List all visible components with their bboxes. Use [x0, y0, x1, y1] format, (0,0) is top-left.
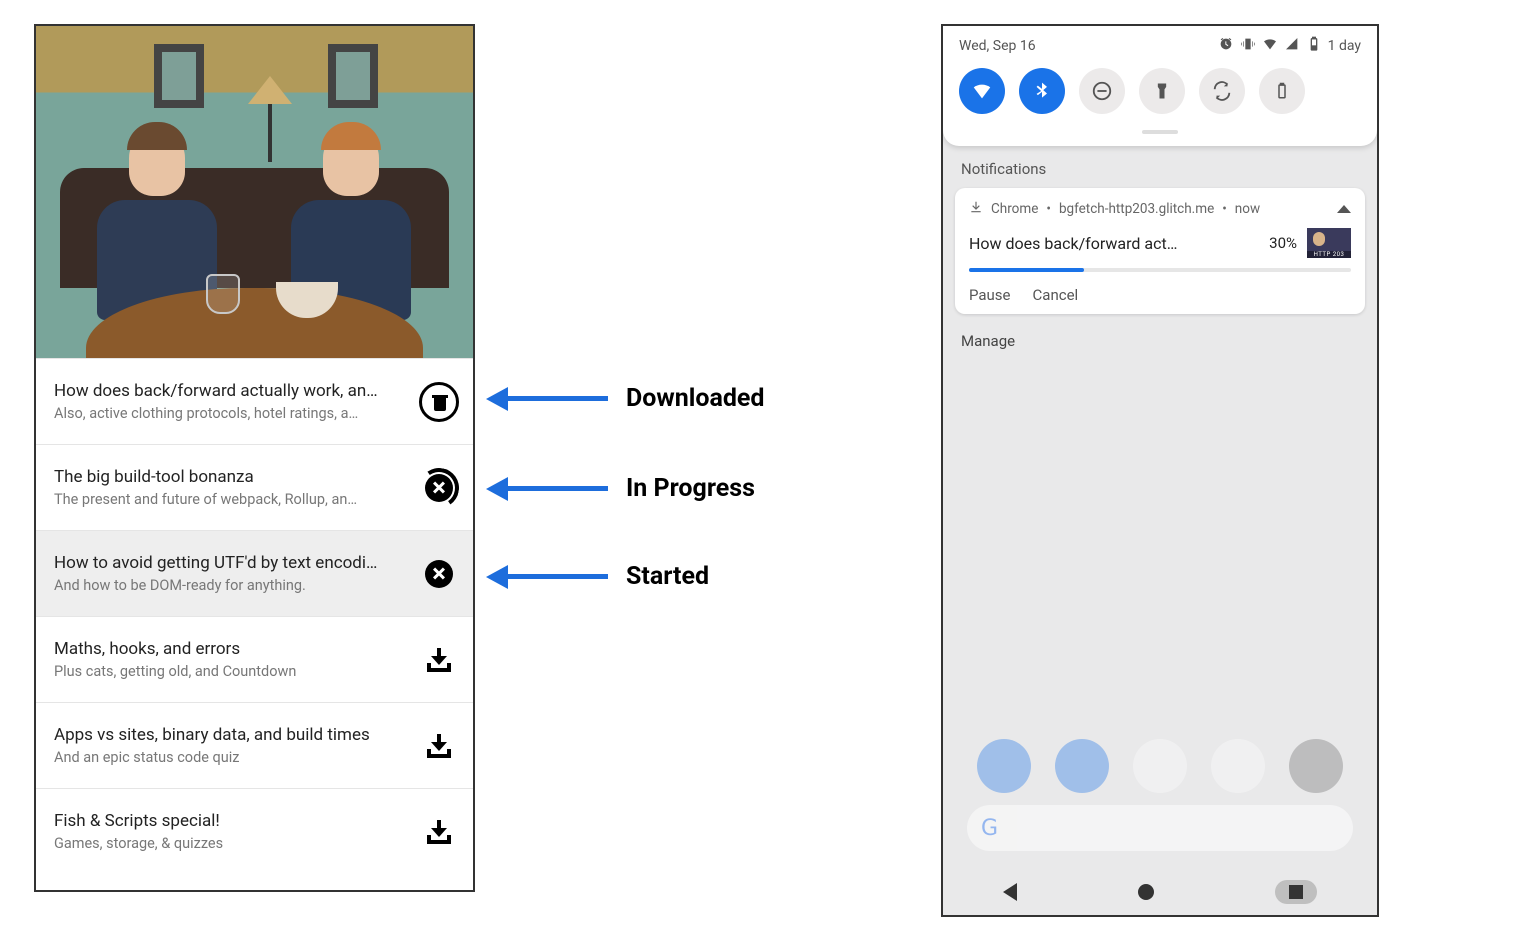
homescreen-background: G [943, 356, 1377, 869]
download-icon [969, 200, 983, 218]
app-phone[interactable] [977, 739, 1031, 793]
episode-list: How does back/forward actually work, an…… [36, 358, 473, 890]
episode-item[interactable]: Apps vs sites, binary data, and build ti… [36, 702, 473, 788]
cancel-download-button[interactable] [417, 466, 461, 510]
qs-wifi[interactable] [959, 68, 1005, 114]
download-icon [427, 648, 451, 672]
qs-bluetooth[interactable] [1019, 68, 1065, 114]
episode-subtitle: And an epic status code quiz [54, 749, 415, 766]
notification-title: How does back/forward act… [969, 234, 1255, 253]
notification-card[interactable]: Chrome • bgfetch-http203.glitch.me • now… [955, 188, 1365, 314]
cancel-icon [425, 474, 453, 502]
notification-source: bgfetch-http203.glitch.me [1059, 201, 1214, 217]
episode-title: Fish & Scripts special! [54, 811, 415, 831]
nav-home-button[interactable] [1138, 884, 1154, 900]
app-messages[interactable] [1055, 739, 1109, 793]
app-camera[interactable] [1289, 739, 1343, 793]
wifi-icon [1262, 36, 1278, 56]
app-chrome[interactable] [1211, 739, 1265, 793]
status-date: Wed, Sep 16 [959, 38, 1036, 54]
episode-title: Maths, hooks, and errors [54, 639, 415, 659]
notifications-area: Notifications Chrome • bgfetch-http203.g… [943, 146, 1377, 356]
notification-thumb [1307, 228, 1351, 258]
dock [943, 739, 1377, 793]
notification-percent: 30% [1269, 234, 1297, 252]
episode-subtitle: And how to be DOM-ready for anything. [54, 577, 415, 594]
notification-cancel-action[interactable]: Cancel [1033, 286, 1079, 304]
episode-item[interactable]: The big build-tool bonanza The present a… [36, 444, 473, 530]
qs-autorotate[interactable] [1199, 68, 1245, 114]
episode-item[interactable]: How does back/forward actually work, an…… [36, 358, 473, 444]
notification-header: Chrome • bgfetch-http203.glitch.me • now [969, 200, 1351, 218]
cancel-download-button[interactable] [417, 552, 461, 596]
annotation-label: Started [626, 562, 709, 591]
download-icon [427, 734, 451, 758]
download-button[interactable] [417, 810, 461, 854]
notification-progress-fill [969, 268, 1084, 272]
qs-dnd[interactable] [1079, 68, 1125, 114]
episode-title: The big build-tool bonanza [54, 467, 415, 487]
signal-icon [1284, 36, 1300, 56]
download-button[interactable] [417, 724, 461, 768]
battery-label: 1 day [1328, 38, 1361, 54]
quick-settings-shade: Wed, Sep 16 1 day [943, 26, 1377, 146]
chevron-up-icon[interactable] [1337, 205, 1351, 213]
annotation-arrow-in-progress: In Progress [486, 474, 755, 503]
download-button[interactable] [417, 638, 461, 682]
nav-recent-button[interactable] [1275, 880, 1317, 904]
shade-drag-handle[interactable] [1142, 130, 1178, 134]
hero-image [36, 26, 473, 358]
episode-subtitle: Games, storage, & quizzes [54, 835, 415, 852]
delete-download-button[interactable] [417, 380, 461, 424]
notification-when: now [1235, 201, 1260, 217]
app-play-store[interactable] [1133, 739, 1187, 793]
notification-progress-bar [969, 268, 1351, 272]
download-icon [427, 820, 451, 844]
episode-title: How does back/forward actually work, an… [54, 381, 415, 401]
annotation-label: In Progress [626, 474, 755, 503]
manage-notifications-button[interactable]: Manage [955, 314, 1365, 356]
episode-item[interactable]: Fish & Scripts special! Games, storage, … [36, 788, 473, 874]
episode-subtitle: Also, active clothing protocols, hotel r… [54, 405, 415, 422]
annotation-arrow-downloaded: Downloaded [486, 384, 765, 413]
episode-item[interactable]: Maths, hooks, and errors Plus cats, gett… [36, 616, 473, 702]
episode-item[interactable]: How to avoid getting UTF'd by text encod… [36, 530, 473, 616]
qs-flashlight[interactable] [1139, 68, 1185, 114]
trash-icon [419, 382, 459, 422]
annotation-label: Downloaded [626, 384, 765, 413]
nav-back-button[interactable] [1003, 883, 1017, 901]
google-logo: G [981, 816, 998, 841]
status-icons: 1 day [1218, 36, 1361, 56]
annotation-arrow-started: Started [486, 562, 709, 591]
cancel-icon [425, 560, 453, 588]
notification-app: Chrome [991, 201, 1038, 217]
search-pill[interactable]: G [967, 805, 1353, 851]
episode-title: Apps vs sites, binary data, and build ti… [54, 725, 415, 745]
android-screenshot: Wed, Sep 16 1 day [941, 24, 1379, 917]
qs-battery-saver[interactable] [1259, 68, 1305, 114]
notifications-section-label: Notifications [961, 160, 1359, 178]
episode-subtitle: The present and future of webpack, Rollu… [54, 491, 415, 508]
battery-icon [1306, 36, 1322, 56]
vibrate-icon [1240, 36, 1256, 56]
notification-pause-action[interactable]: Pause [969, 286, 1011, 304]
episode-subtitle: Plus cats, getting old, and Countdown [54, 663, 415, 680]
podcast-app-panel: How does back/forward actually work, an…… [34, 24, 475, 892]
android-navbar [943, 869, 1377, 915]
alarm-icon [1218, 36, 1234, 56]
quick-settings-row [943, 62, 1377, 128]
episode-title: How to avoid getting UTF'd by text encod… [54, 553, 415, 573]
